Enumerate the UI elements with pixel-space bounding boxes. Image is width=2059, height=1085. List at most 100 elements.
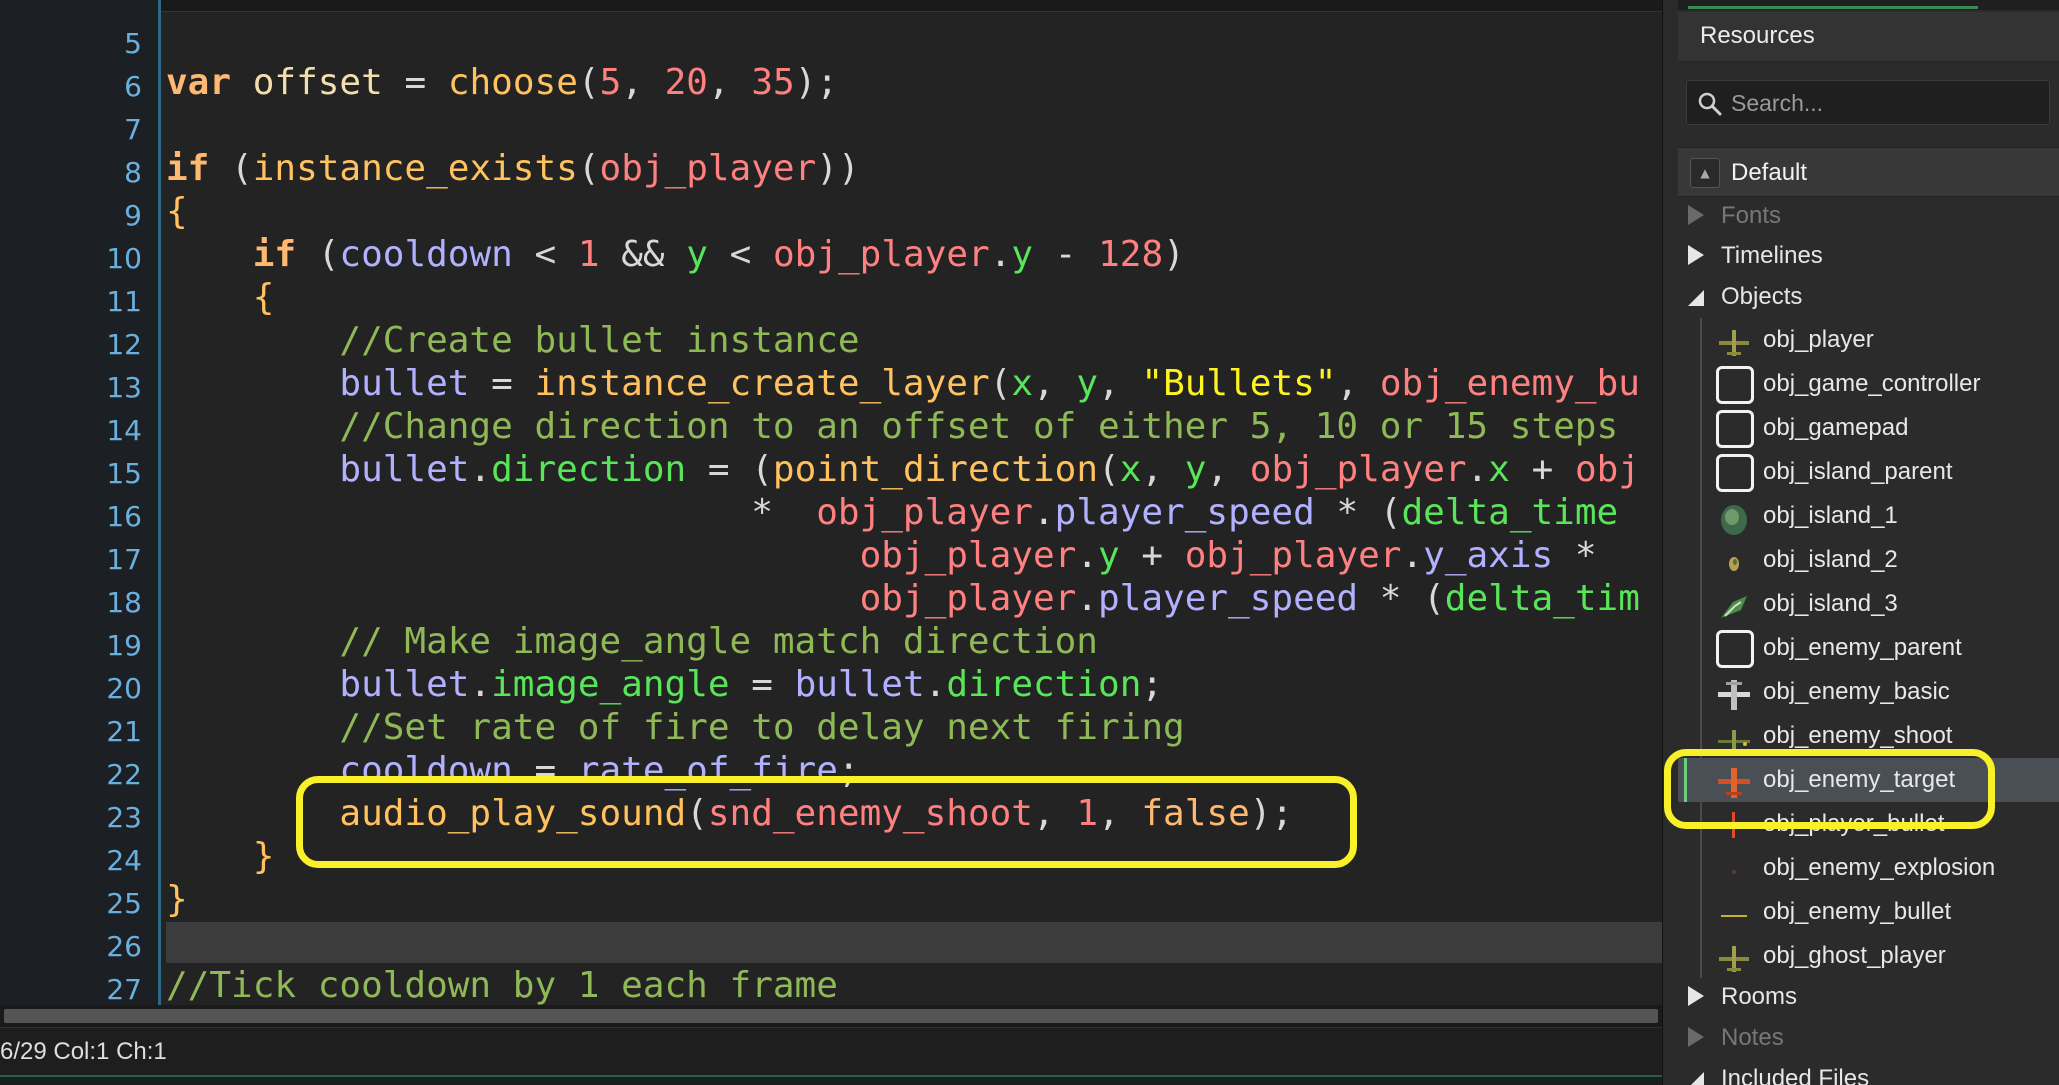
code-token: y	[1076, 363, 1099, 404]
code-token: y	[1098, 535, 1120, 576]
code-token: =	[729, 664, 795, 705]
object-label: obj_enemy_parent	[1763, 634, 1962, 661]
code-token: <	[512, 234, 578, 275]
code-line-24[interactable]: }	[166, 835, 275, 878]
search-icon	[1698, 92, 1722, 116]
code-comment: //Set rate of fire to delay next firing	[339, 707, 1185, 748]
object-label: obj_island_3	[1763, 590, 1898, 617]
folder-objects[interactable]: Objects	[1678, 278, 2059, 318]
code-token: obj_player	[1249, 449, 1467, 490]
object-item[interactable]: obj_enemy_explosion	[1678, 846, 2059, 890]
object-item[interactable]: obj_enemy_parent	[1678, 626, 2059, 670]
code-line-8[interactable]: if (instance_exists(obj_player))	[166, 147, 860, 190]
resource-group-default[interactable]: ▲ Default	[1678, 147, 2059, 197]
line-number: 5	[124, 27, 142, 60]
object-item[interactable]: obj_player	[1678, 318, 2059, 362]
object-item[interactable]: obj_ghost_player	[1678, 934, 2059, 978]
code-token: * (	[1314, 492, 1402, 533]
line-number: 20	[106, 672, 142, 705]
code-line-27[interactable]: //Tick cooldown by 1 each frame	[166, 964, 838, 1007]
code-token: instance_exists	[252, 148, 578, 189]
expand-arrow-icon[interactable]	[1688, 245, 1704, 265]
code-line-17[interactable]: obj_player.y + obj_player.y_axis *	[166, 534, 1597, 577]
object-label: obj_island_parent	[1763, 458, 1953, 485]
line-number: 24	[106, 844, 142, 877]
highlight-callout-code	[296, 776, 1357, 868]
code-token: }	[166, 879, 188, 920]
object-item[interactable]: obj_enemy_bullet	[1678, 890, 2059, 934]
code-token: 35	[751, 62, 795, 103]
line-number: 13	[106, 371, 142, 404]
code-token: 128	[1098, 234, 1164, 275]
code-token: obj_player	[599, 148, 817, 189]
collapse-arrow-icon[interactable]	[1686, 1070, 1706, 1085]
code-comment: //Create bullet instance	[339, 320, 860, 361]
expand-arrow-icon[interactable]	[1688, 205, 1704, 225]
code-token: .	[924, 664, 947, 705]
editor-top-edge	[0, 0, 1662, 12]
code-line-20[interactable]: bullet.image_angle = bullet.direction;	[166, 663, 1163, 706]
code-line-21[interactable]: //Set rate of fire to delay next firing	[166, 706, 1185, 749]
folder-label: Objects	[1721, 283, 1803, 310]
code-token: *	[751, 492, 817, 533]
object-item[interactable]: obj_enemy_basic	[1678, 670, 2059, 714]
editor-status-bar: 6/29 Col:1 Ch:1	[0, 1027, 1662, 1075]
code-line-10[interactable]: if (cooldown < 1 && y < obj_player.y - 1…	[166, 233, 1185, 276]
code-line-11[interactable]: {	[166, 276, 275, 319]
editor-bottom-edge	[0, 1075, 1662, 1085]
code-token: ,	[621, 62, 665, 103]
object-item[interactable]: obj_island_1	[1678, 494, 2059, 538]
code-token: 1	[577, 234, 600, 275]
code-token: direction	[946, 664, 1142, 705]
object-item[interactable]: obj_gamepad	[1678, 406, 2059, 450]
highlight-callout-object	[1664, 749, 1995, 829]
folder-timelines[interactable]: Timelines	[1678, 237, 2059, 277]
code-token: <	[707, 234, 773, 275]
code-token: (	[296, 234, 340, 275]
island-sprite-icon	[1721, 596, 1747, 618]
object-item[interactable]: obj_island_3	[1678, 582, 2059, 626]
horizontal-scrollbar[interactable]	[0, 1005, 1662, 1027]
plane-sprite-icon	[1719, 330, 1749, 356]
folder-notes[interactable]: Notes	[1678, 1019, 2059, 1059]
collapse-arrow-icon[interactable]	[1686, 288, 1706, 308]
search-input[interactable]	[1731, 87, 2041, 119]
expand-arrow-icon[interactable]	[1688, 986, 1704, 1006]
code-token: );	[794, 62, 839, 103]
code-editor[interactable]: 5 6 7 8 9 10 11 12 13 14 15 16 17 18 19 …	[0, 0, 1662, 1085]
object-label: obj_game_controller	[1763, 370, 1981, 397]
code-line-18[interactable]: obj_player.player_speed * (delta_tim	[166, 577, 1640, 620]
code-line-13[interactable]: bullet = instance_create_layer(x, y, "Bu…	[166, 362, 1640, 405]
code-line-12[interactable]: //Create bullet instance	[166, 319, 860, 362]
code-token: x	[1011, 363, 1033, 404]
code-token: ,	[1141, 449, 1185, 490]
code-line-19[interactable]: // Make image_angle match direction	[166, 620, 1098, 663]
code-line-25[interactable]: }	[166, 878, 188, 921]
code-line-6[interactable]: var offset = choose(5, 20, 35);	[166, 61, 838, 104]
code-comment: // Make image_angle match direction	[339, 621, 1098, 662]
object-item[interactable]: obj_island_2	[1678, 538, 2059, 582]
object-label: obj_enemy_explosion	[1763, 854, 1996, 881]
folder-label: Rooms	[1721, 983, 1798, 1010]
line-number: 21	[106, 715, 142, 748]
folder-rooms[interactable]: Rooms	[1678, 978, 2059, 1018]
blank-sprite-icon	[1716, 630, 1754, 668]
expand-arrow-icon[interactable]	[1688, 1027, 1704, 1047]
blank-sprite-icon	[1716, 454, 1754, 492]
folder-fonts[interactable]: Fonts	[1678, 197, 2059, 237]
resource-search[interactable]	[1686, 80, 2050, 125]
code-line-16[interactable]: * obj_player.player_speed * (delta_time	[166, 491, 1618, 534]
code-line-15[interactable]: bullet.direction = (point_direction(x, y…	[166, 448, 1640, 491]
scrollbar-thumb[interactable]	[4, 1009, 1658, 1023]
code-line-9[interactable]: {	[166, 190, 188, 233]
code-token: "Bullets"	[1141, 363, 1337, 404]
panel-splitter[interactable]	[1662, 0, 1678, 1085]
cursor-position: 6/29 Col:1 Ch:1	[0, 1038, 167, 1065]
object-item[interactable]: obj_game_controller	[1678, 362, 2059, 406]
code-line-14[interactable]: //Change direction to an offset of eithe…	[166, 405, 1618, 448]
line-number: 22	[106, 758, 142, 791]
object-label: obj_ghost_player	[1763, 942, 1946, 969]
code-token: * (	[1358, 578, 1445, 619]
folder-included-files[interactable]: Included Files	[1678, 1060, 2059, 1085]
object-item[interactable]: obj_island_parent	[1678, 450, 2059, 494]
